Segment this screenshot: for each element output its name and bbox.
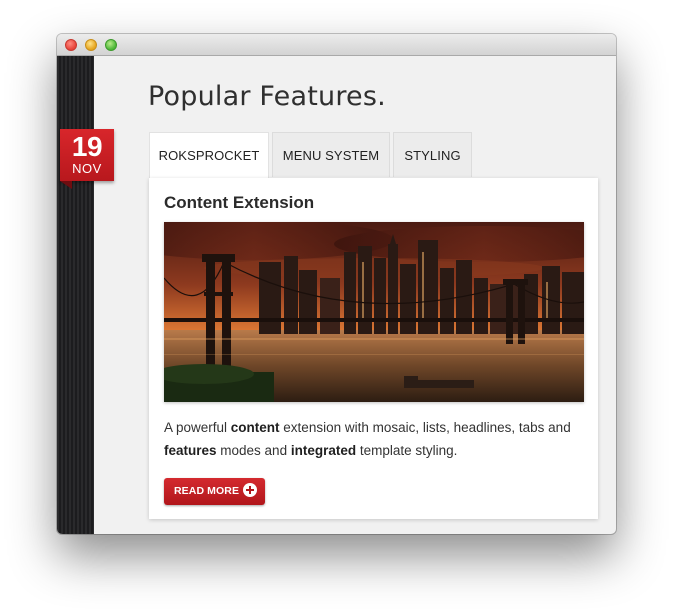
description-text: extension with mosaic, lists, headlines,… (279, 420, 571, 435)
browser-window: 19 NOV Popular Features. ROKSPROCKET MEN… (57, 34, 616, 534)
panel-heading: Content Extension (164, 193, 315, 212)
minimize-window-button[interactable] (85, 39, 97, 51)
tab-roksprocket[interactable]: ROKSPROCKET (149, 132, 269, 179)
tab-styling[interactable]: STYLING (393, 132, 472, 177)
maximize-window-button[interactable] (105, 39, 117, 51)
description-text: A powerful (164, 420, 231, 435)
date-badge: 19 NOV (60, 129, 114, 181)
close-window-button[interactable] (65, 39, 77, 51)
featured-image (164, 222, 584, 402)
date-month: NOV (72, 161, 102, 176)
description-text: modes and (216, 443, 291, 458)
tab-content-panel: Content Extension A powerful content ext… (149, 178, 598, 519)
panel-description: A powerful content extension with mosaic… (164, 416, 584, 462)
read-more-button[interactable]: READ MORE (164, 478, 266, 505)
window-titlebar (57, 34, 616, 56)
sidebar-strip (57, 56, 94, 534)
description-bold-text: integrated (290, 443, 357, 458)
date-badge-fold (60, 181, 72, 189)
description-bold-text: features (164, 443, 217, 458)
read-more-label: READ MORE (174, 485, 240, 497)
tab-menu-system[interactable]: MENU SYSTEM (272, 132, 390, 177)
plus-icon (243, 483, 258, 498)
description-bold-text: content (230, 420, 280, 435)
date-day: 19 (71, 131, 103, 162)
page-title: Popular Features. (148, 81, 386, 112)
skyline-image (164, 222, 584, 402)
description-text: template styling. (356, 443, 458, 458)
